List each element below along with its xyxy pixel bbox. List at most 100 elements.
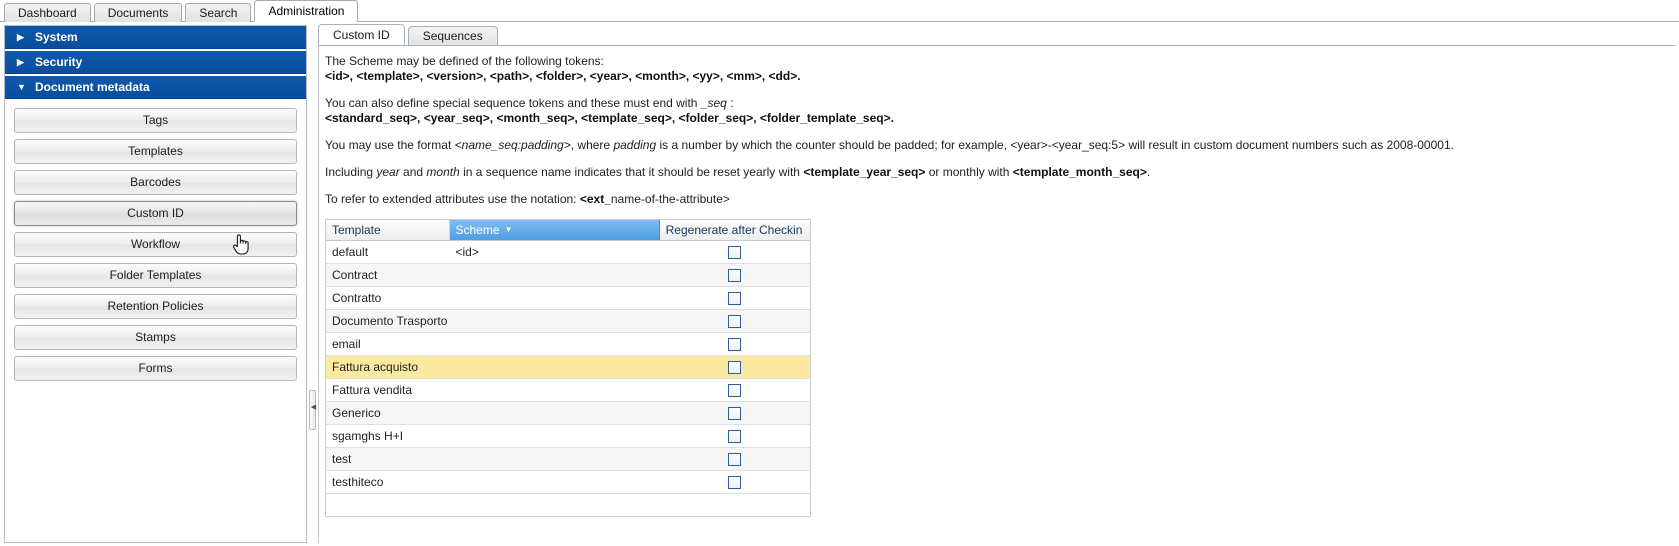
regenerate-checkbox[interactable] (728, 475, 742, 489)
help-paragraph-padding: You may use the format <name_seq:padding… (325, 138, 1675, 153)
cell-regenerate (660, 471, 810, 493)
regenerate-checkbox[interactable] (728, 429, 742, 443)
help-paragraph-ext-attributes: To refer to extended attributes use the … (325, 192, 1675, 207)
chevron-down-icon: ▼ (17, 82, 26, 92)
cell-template: Fattura acquisto (332, 360, 419, 374)
main-tab-documents[interactable]: Documents (93, 3, 183, 22)
help-seq-line1-a: You can also define special sequence tok… (325, 96, 701, 110)
sidebar-button-custom-id[interactable]: Custom ID (14, 201, 297, 226)
cell-regenerate (660, 310, 810, 332)
regenerate-checkbox[interactable] (728, 383, 742, 397)
cell-scheme (450, 402, 660, 424)
help-paragraph-reset: Including year and month in a sequence n… (325, 165, 1675, 180)
table-row[interactable]: Contract (326, 264, 810, 287)
sidebar-button-folder-templates[interactable]: Folder Templates (14, 263, 297, 288)
cell-scheme (450, 356, 660, 378)
splitter-collapse-handle[interactable] (309, 390, 317, 430)
help-tokens-line2: <id>, <template>, <version>, <path>, <fo… (325, 69, 801, 83)
sidebar-button-retention-policies[interactable]: Retention Policies (14, 294, 297, 319)
cell-template: testhiteco (332, 475, 384, 489)
table-row[interactable]: Fattura vendita (326, 379, 810, 402)
column-header-template[interactable]: Template (326, 220, 450, 240)
sidebar-button-barcodes[interactable]: Barcodes (14, 170, 297, 195)
application-window: Dashboard Documents Search Administration ▶… (0, 0, 1679, 546)
help-paragraph-sequence: You can also define special sequence tok… (325, 96, 1675, 126)
regenerate-checkbox[interactable] (728, 268, 742, 282)
regenerate-checkbox[interactable] (728, 406, 742, 420)
column-header-regenerate[interactable]: Regenerate after Checkin (659, 220, 810, 240)
cell-template: Documento Trasporto (332, 314, 448, 328)
table-row[interactable]: email (326, 333, 810, 356)
regenerate-checkbox[interactable] (728, 314, 742, 328)
content-tab-sequences[interactable]: Sequences (407, 26, 498, 45)
sidebar-section-document-metadata[interactable]: ▼ Document metadata (5, 76, 306, 99)
cell-scheme (450, 264, 660, 286)
cell-template: Contract (332, 268, 378, 282)
sidebar-button-tags[interactable]: Tags (14, 108, 297, 133)
help-reset-monthly-token: <template_month_seq> (1012, 165, 1147, 179)
cell-regenerate (660, 241, 810, 263)
help-padding-c: , where (570, 138, 614, 152)
sidebar-section-label: Document metadata (35, 80, 150, 94)
sidebar-sections: ▶ System ▶ Security ▼ Document metadata Tags Te… (5, 26, 306, 381)
help-ext-c: name-of-the-attribute> (610, 192, 730, 206)
main-tab-search[interactable]: Search (185, 3, 252, 22)
cell-scheme: <id> (455, 245, 479, 259)
table-row[interactable]: Generico (326, 402, 810, 425)
table-row[interactable]: testhiteco (326, 471, 810, 494)
cell-template: default (332, 245, 369, 259)
table-row[interactable]: sgamghs H+I (326, 425, 810, 448)
main-tab-list: Dashboard Documents Search Administration (4, 0, 361, 22)
cell-scheme (450, 471, 660, 493)
admin-sidebar: ▶ System ▶ Security ▼ Document metadata Tags Te… (4, 25, 307, 543)
help-tokens-line1: The Scheme may be defined of the followi… (325, 54, 604, 68)
cell-template: Generico (332, 406, 381, 420)
panel-splitter (307, 25, 318, 543)
grid-header-row: Template Scheme ▼ Regenerate after Checki… (326, 220, 810, 241)
column-header-regenerate-label: Regenerate after Checkin (665, 223, 803, 237)
sidebar-button-list: Tags Templates Barcodes Custom ID Workflow Fo… (5, 101, 306, 381)
sidebar-button-workflow[interactable]: Workflow (14, 232, 297, 257)
help-reset-e: in a sequence name indicates that it sho… (459, 165, 804, 179)
sidebar-button-forms[interactable]: Forms (14, 356, 297, 381)
regenerate-checkbox[interactable] (728, 245, 742, 259)
cell-template: Contratto (332, 291, 382, 305)
content-tab-custom-id[interactable]: Custom ID (318, 24, 405, 45)
grid-empty-filler (326, 494, 810, 517)
column-header-scheme[interactable]: Scheme ▼ (449, 220, 660, 240)
regenerate-checkbox[interactable] (728, 360, 742, 374)
main-tab-bar: Dashboard Documents Search Administration (0, 0, 1679, 22)
regenerate-checkbox[interactable] (728, 452, 742, 466)
help-reset-c: and (399, 165, 427, 179)
cell-scheme (450, 333, 660, 355)
table-row[interactable]: default <id> (326, 241, 810, 264)
regenerate-checkbox[interactable] (728, 337, 742, 351)
cell-template: test (332, 452, 352, 466)
cell-regenerate (660, 287, 810, 309)
sidebar-button-templates[interactable]: Templates (14, 139, 297, 164)
table-row[interactable]: Documento Trasporto (326, 310, 810, 333)
sidebar-section-label: Security (35, 55, 83, 69)
cell-regenerate (660, 379, 810, 401)
content-tab-list: Custom ID Sequences (318, 24, 1675, 46)
sidebar-button-stamps[interactable]: Stamps (14, 325, 297, 350)
column-header-template-label: Template (332, 223, 381, 237)
sidebar-section-security[interactable]: ▶ Security (5, 51, 306, 74)
table-row[interactable]: test (326, 448, 810, 471)
table-row[interactable]: Contratto (326, 287, 810, 310)
cell-regenerate (660, 333, 810, 355)
help-reset-year: year (376, 165, 400, 179)
table-row[interactable]: Fattura acquisto (326, 356, 810, 379)
regenerate-checkbox[interactable] (728, 291, 742, 305)
main-tab-dashboard[interactable]: Dashboard (4, 3, 91, 22)
help-paragraph-tokens: The Scheme may be defined of the followi… (325, 54, 1675, 84)
chevron-right-icon: ▶ (17, 57, 24, 67)
cell-regenerate (660, 356, 810, 378)
main-tab-administration[interactable]: Administration (254, 0, 359, 22)
column-header-scheme-label: Scheme (455, 223, 500, 237)
sidebar-section-system[interactable]: ▶ System (5, 26, 306, 49)
help-reset-g: or monthly with (925, 165, 1013, 179)
help-reset-yearly-token: <template_year_seq> (803, 165, 926, 179)
grid-body: default <id> Contract Contratto Documento Tr… (326, 241, 810, 494)
cell-regenerate (660, 264, 810, 286)
